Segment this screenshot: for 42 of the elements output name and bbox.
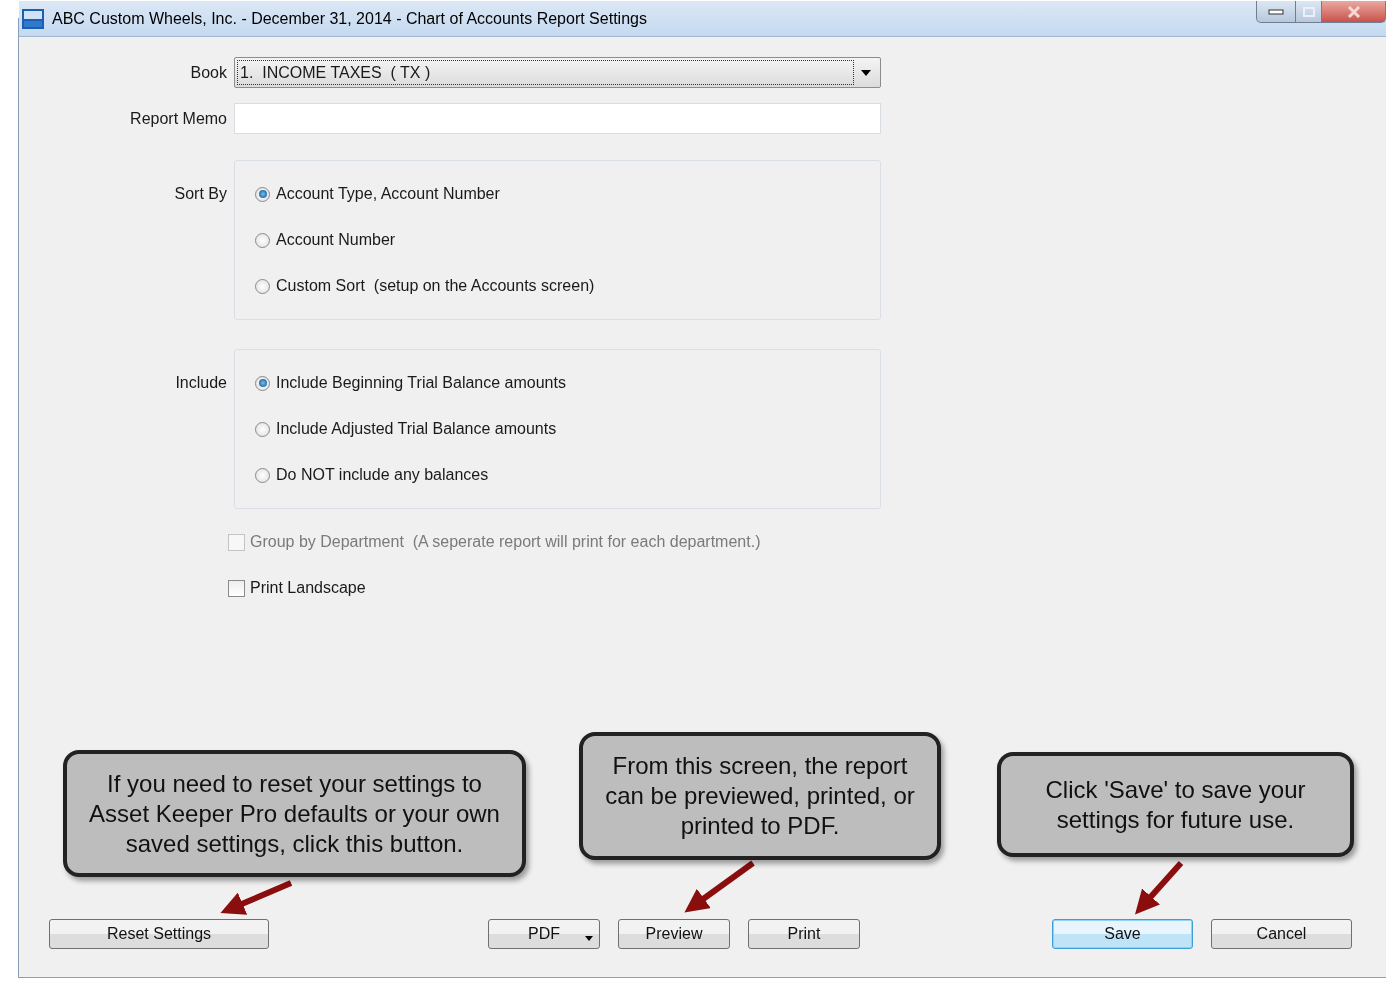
memo-field[interactable] bbox=[234, 103, 881, 134]
close-button[interactable] bbox=[1322, 1, 1386, 23]
option-label: Custom Sort (setup on the Accounts screen) bbox=[276, 276, 595, 296]
button[interactable]: Cancel bbox=[1211, 919, 1352, 949]
radio-button[interactable] bbox=[255, 186, 270, 202]
dropdown-button[interactable]: PDF bbox=[488, 919, 600, 949]
callout: If you need to reset your settings to Asset Keeper Pro defaults or your own saved settings, click this button. bbox=[63, 750, 526, 877]
checkbox[interactable] bbox=[228, 579, 245, 597]
radio-button[interactable] bbox=[255, 278, 270, 294]
option-label: Include Beginning Trial Balance amounts bbox=[276, 373, 566, 393]
caret-icon bbox=[585, 936, 593, 941]
arrow bbox=[1135, 861, 1184, 915]
radio-button[interactable] bbox=[255, 421, 270, 437]
dropdown-caret-icon bbox=[861, 69, 871, 76]
radio-button[interactable] bbox=[255, 375, 270, 391]
arrow bbox=[684, 860, 755, 913]
group-label: Include bbox=[174, 373, 227, 393]
maximize-button[interactable] bbox=[1296, 1, 1322, 23]
window-title: ABC Custom Wheels, Inc. - December 31, 2014 - Chart of Accounts Report Settings bbox=[52, 8, 647, 29]
book-dropdown[interactable]: 1. INCOME TAXES ( TX ) bbox=[234, 57, 881, 88]
minimize-button[interactable] bbox=[1256, 1, 1296, 23]
checkbox-label: Group by Department (A seperate report will print for each department.) bbox=[250, 532, 761, 552]
option-label: Include Adjusted Trial Balance amounts bbox=[276, 419, 557, 439]
button[interactable]: Reset Settings bbox=[49, 919, 269, 949]
callout: Click 'Save' to save your settings for future use. bbox=[997, 752, 1354, 857]
option-label: Account Type, Account Number bbox=[276, 184, 500, 204]
callout: From this screen, the report can be previewed, printed, or printed to PDF. bbox=[579, 732, 941, 860]
radio-button[interactable] bbox=[255, 467, 270, 483]
field-label: Book bbox=[189, 62, 227, 83]
app-icon bbox=[21, 7, 45, 30]
minimize-icon bbox=[1268, 8, 1284, 15]
close-icon bbox=[1346, 5, 1361, 18]
button[interactable]: Print bbox=[748, 919, 860, 949]
field-label: Report Memo bbox=[129, 108, 227, 129]
option-label: Do NOT include any balances bbox=[276, 465, 489, 485]
group-label: Sort By bbox=[173, 184, 227, 204]
radio-button[interactable] bbox=[255, 232, 270, 248]
option-label: Account Number bbox=[276, 230, 396, 250]
button[interactable]: Preview bbox=[618, 919, 730, 949]
maximize-icon bbox=[1302, 6, 1315, 17]
button[interactable]: Save bbox=[1052, 919, 1193, 949]
checkbox-label: Print Landscape bbox=[250, 578, 366, 598]
